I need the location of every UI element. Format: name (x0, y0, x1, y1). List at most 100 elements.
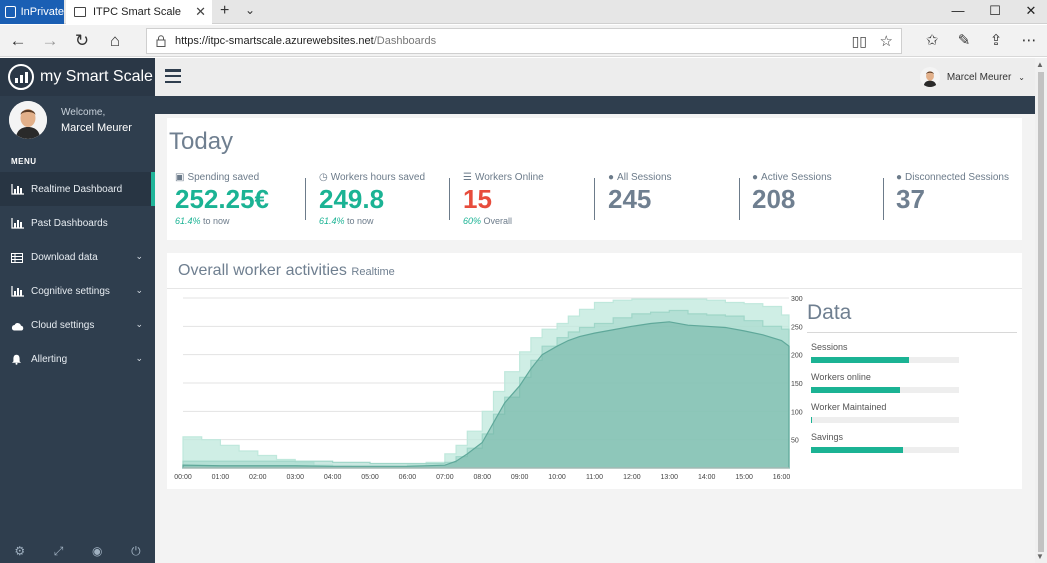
avatar (919, 67, 940, 87)
clock-icon: ◷ (319, 172, 328, 183)
refresh-icon[interactable]: ↻ (70, 30, 94, 52)
sidebar: my Smart Scale Welcome, Marcel Meurer ME… (0, 58, 155, 563)
new-tab-icon[interactable]: + (220, 2, 229, 20)
stat-sub-text: to now (200, 216, 230, 226)
y-tick-label: 50 (791, 438, 799, 445)
stat-percent: 61.4% (319, 216, 345, 226)
stat-label: Workers Online (474, 172, 544, 183)
series-area-2 (182, 321, 790, 469)
x-tick-label: 02:00 (249, 474, 267, 481)
tab-title: ITPC Smart Scale (93, 6, 182, 18)
sidebar-item-cloud-settings[interactable]: Cloud settings ⌄ (0, 308, 155, 342)
server-icon: ☰ (463, 172, 472, 183)
data-bar-worker-maintained: Worker Maintained (807, 402, 1017, 423)
sidebar-item-download-data[interactable]: Download data ⌄ (0, 240, 155, 274)
x-tick-label: 08:00 (473, 474, 491, 481)
user-icon: ● (608, 172, 615, 183)
home-icon[interactable]: ⌂ (103, 30, 127, 52)
stat-value: 15 (463, 184, 492, 214)
stat-label: Spending saved (187, 172, 260, 183)
browser-tab[interactable]: ITPC Smart Scale ✕ (66, 0, 212, 24)
table-icon (11, 251, 25, 263)
x-tick-label: 16:00 (773, 474, 791, 481)
bar-fill (811, 447, 903, 453)
sidebar-item-label: Cognitive settings (31, 285, 110, 297)
bar-label: Savings (811, 432, 844, 442)
browser-tabbar: InPrivate ITPC Smart Scale ✕ + ⌄ — ☐ ✕ (0, 0, 1047, 24)
hamburger-menu-icon[interactable] (165, 69, 181, 83)
stat-label: All Sessions (617, 172, 672, 183)
y-tick-label: 300 (791, 296, 803, 303)
share-icon[interactable]: ⇪ (985, 31, 1007, 51)
window-close-icon[interactable]: ✕ (1021, 3, 1041, 19)
back-icon[interactable]: ← (6, 30, 30, 52)
address-toolbar: ← → ↻ ⌂ https://itpc-smartscale.azureweb… (0, 25, 1047, 57)
stat-value: 252.25€ (175, 184, 269, 214)
x-tick-label: 12:00 (623, 474, 641, 481)
avatar (9, 101, 47, 139)
eye-slash-icon[interactable]: ◉ (92, 544, 102, 558)
sidebar-item-realtime-dashboard[interactable]: Realtime Dashboard (0, 172, 155, 206)
activity-subtitle: Realtime (351, 266, 395, 278)
sidebar-item-past-dashboards[interactable]: Past Dashboards (0, 206, 155, 240)
chevron-down-icon: ⌄ (1018, 72, 1025, 82)
chevron-down-icon: ⌄ (135, 285, 143, 295)
divider (739, 178, 740, 220)
sidebar-item-label: Cloud settings (31, 319, 95, 331)
stat-all-sessions: ● All Sessions 245 (608, 172, 672, 215)
page-scrollbar[interactable]: ▲ ▼ (1035, 58, 1047, 563)
scroll-thumb[interactable] (1038, 72, 1044, 552)
scroll-up-icon[interactable]: ▲ (1036, 60, 1044, 69)
pen-icon[interactable]: ✎ (953, 31, 975, 51)
app-header: Marcel Meurer ⌄ (155, 58, 1035, 96)
x-tick-label: 15:00 (735, 474, 753, 481)
tab-close-icon[interactable]: ✕ (195, 4, 206, 20)
forward-icon[interactable]: → (38, 30, 62, 52)
x-tick-label: 04:00 (324, 474, 342, 481)
x-tick-label: 14:00 (698, 474, 716, 481)
stat-sub-text: to now (344, 216, 374, 226)
header-user-name: Marcel Meurer (946, 71, 1012, 83)
cloud-icon (11, 319, 25, 331)
reading-view-icon[interactable]: ▯▯ (852, 33, 867, 50)
more-icon[interactable]: ⋯ (1018, 31, 1040, 51)
power-icon[interactable]: ⏻ (131, 544, 141, 559)
chevron-down-icon: ⌄ (135, 319, 143, 329)
fullscreen-icon[interactable]: ⤢ (54, 544, 64, 559)
brand-name: my Smart Scale (40, 68, 153, 85)
sidebar-item-label: Download data (31, 251, 98, 263)
x-tick-label: 09:00 (511, 474, 529, 481)
profile: Welcome, Marcel Meurer (0, 96, 155, 152)
bar-chart-icon (11, 183, 25, 195)
sidebar-item-allerting[interactable]: Allerting ⌄ (0, 342, 155, 376)
stat-percent: 60% (463, 216, 482, 226)
stat-workers-online: ☰ Workers Online 15 60% Overall (463, 172, 544, 226)
sidebar-footer: ⚙ ⤢ ◉ ⏻ (0, 539, 155, 563)
scroll-down-icon[interactable]: ▼ (1036, 552, 1044, 561)
bar-label: Worker Maintained (811, 402, 887, 412)
data-panel: Data Sessions Workers online Worker Main… (807, 301, 1017, 481)
sidebar-item-cognitive-settings[interactable]: Cognitive settings ⌄ (0, 274, 155, 308)
maximize-icon[interactable]: ☐ (985, 3, 1005, 19)
brand[interactable]: my Smart Scale (0, 58, 155, 96)
x-tick-label: 05:00 (361, 474, 379, 481)
stat-sub-text: Overall (481, 216, 513, 226)
inprivate-label: InPrivate (20, 6, 64, 18)
page-icon (74, 7, 86, 17)
minimize-icon[interactable]: — (948, 3, 968, 18)
activity-title: Overall worker activities (178, 262, 347, 279)
gear-icon[interactable]: ⚙ (14, 544, 25, 558)
stat-active-sessions: ● Active Sessions 208 (752, 172, 832, 215)
user-menu[interactable]: Marcel Meurer ⌄ (919, 67, 1025, 87)
page-title: Today (169, 128, 234, 155)
data-bar-savings: Savings (807, 432, 1017, 453)
favorites-hub-icon[interactable]: ✩ (921, 31, 943, 51)
address-bar[interactable]: https://itpc-smartscale.azurewebsites.ne… (146, 28, 902, 54)
x-tick-label: 01:00 (212, 474, 230, 481)
favorite-star-icon[interactable]: ☆ (880, 32, 893, 50)
tab-list-icon[interactable]: ⌄ (245, 3, 255, 17)
stat-spending-saved: ▣ Spending saved 252.25€ 61.4% to now (175, 172, 269, 226)
url-path: /Dashboards (373, 35, 437, 47)
divider (305, 178, 306, 220)
menu-label: MENU (11, 157, 37, 166)
